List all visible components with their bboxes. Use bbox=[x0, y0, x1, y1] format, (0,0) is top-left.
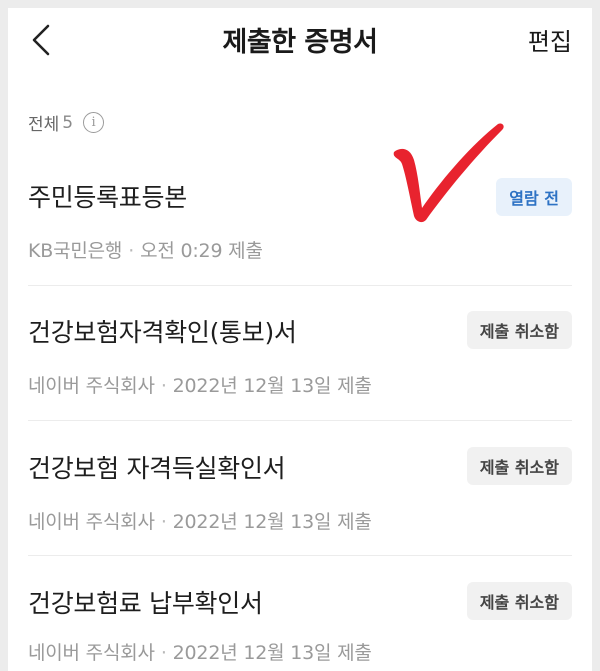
status-badge: 제출 취소함 bbox=[466, 311, 572, 349]
total-count-row: 전체 5 i bbox=[28, 110, 105, 135]
issuer-name: 네이버 주식회사 bbox=[28, 511, 155, 533]
top-app-bar: 제출한 증명서 편집 bbox=[8, 8, 592, 70]
document-meta: 네이버 주식회사 · 2022년 12월 13일 제출 bbox=[28, 638, 372, 665]
submitted-time: 2022년 12월 13일 제출 bbox=[172, 375, 372, 397]
page-title: 제출한 증명서 bbox=[222, 27, 378, 58]
separator-dot: · bbox=[160, 511, 167, 533]
divider bbox=[28, 420, 572, 421]
separator-dot: · bbox=[160, 375, 167, 397]
submitted-time: 2022년 12월 13일 제출 bbox=[172, 642, 372, 664]
divider bbox=[28, 285, 572, 286]
status-badge: 제출 취소함 bbox=[466, 447, 572, 485]
document-title: 건강보험 자격득실확인서 bbox=[28, 454, 286, 483]
submitted-time: 오전 0:29 제출 bbox=[140, 240, 263, 262]
list-item[interactable]: 건강보험자격확인(통보)서 제출 취소함 네이버 주식회사 · 2022년 12월 … bbox=[28, 309, 572, 409]
issuer-name: KB국민은행 bbox=[28, 240, 123, 262]
list-item[interactable]: 건강보험 자격득실확인서 제출 취소함 네이버 주식회사 · 2022년 12월 1… bbox=[28, 445, 572, 545]
document-title: 주민등록표등본 bbox=[28, 183, 187, 212]
submitted-certificates-screen: 제출한 증명서 편집 전체 5 i 주민등록표등본 열람 전 KB국민은행 · 오전… bbox=[8, 8, 592, 671]
issuer-name: 네이버 주식회사 bbox=[28, 375, 155, 397]
edit-button[interactable]: 편집 bbox=[528, 22, 572, 57]
issuer-name: 네이버 주식회사 bbox=[28, 642, 155, 664]
total-count: 5 bbox=[62, 112, 74, 133]
separator-dot: · bbox=[128, 240, 135, 262]
check-mark-shape bbox=[393, 123, 504, 223]
status-badge: 제출 취소함 bbox=[466, 582, 572, 620]
document-meta: KB국민은행 · 오전 0:29 제출 bbox=[28, 236, 263, 263]
document-meta: 네이버 주식회사 · 2022년 12월 13일 제출 bbox=[28, 507, 372, 534]
document-title: 건강보험자격확인(통보)서 bbox=[28, 318, 297, 347]
total-label: 전체 bbox=[28, 115, 60, 135]
red-check-mark-annotation bbox=[393, 123, 504, 223]
info-icon[interactable]: i bbox=[83, 112, 105, 133]
document-title: 건강보험료 납부확인서 bbox=[28, 589, 263, 618]
document-meta: 네이버 주식회사 · 2022년 12월 13일 제출 bbox=[28, 371, 372, 398]
separator-dot: · bbox=[160, 642, 167, 664]
divider bbox=[28, 555, 572, 556]
submitted-time: 2022년 12월 13일 제출 bbox=[172, 511, 372, 533]
list-item[interactable]: 건강보험료 납부확인서 제출 취소함 네이버 주식회사 · 2022년 12월 13… bbox=[28, 580, 572, 671]
